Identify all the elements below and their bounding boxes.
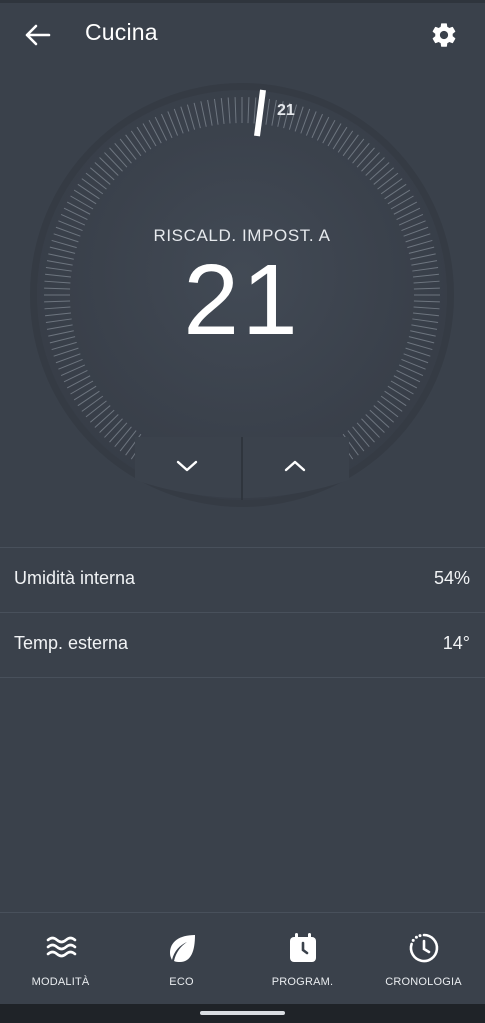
nav-label: PROGRAM.: [271, 976, 334, 988]
nav-label: ECO: [169, 976, 194, 988]
nav-item-program[interactable]: PROGRAM.: [242, 913, 363, 1005]
back-button[interactable]: [20, 18, 56, 52]
increase-temperature-button[interactable]: [243, 437, 349, 501]
arrow-left-icon: [25, 24, 51, 46]
set-temperature: 21: [183, 244, 301, 356]
settings-button[interactable]: [426, 17, 462, 53]
setpoint-marker-label: 21: [277, 102, 295, 119]
nav-item-modalita[interactable]: MODALITÀ: [0, 913, 121, 1005]
decrease-temperature-button[interactable]: [135, 437, 241, 501]
leaf-icon: [170, 935, 195, 962]
nav-item-history[interactable]: CRONOLOGIA: [363, 913, 484, 1005]
nav-label: CRONOLOGIA: [385, 976, 462, 988]
info-row-humidity: Umidità interna 54%: [0, 547, 485, 612]
info-label: Umidità interna: [14, 568, 136, 588]
info-list: Umidità interna 54% Temp. esterna 14°: [0, 547, 485, 678]
app-bar: Cucina: [0, 0, 485, 70]
nav-item-eco[interactable]: ECO: [121, 913, 242, 1005]
nav-label: MODALITÀ: [31, 976, 90, 988]
info-label: Temp. esterna: [14, 633, 129, 653]
info-value: 54%: [433, 568, 470, 588]
chevron-down-icon: [176, 460, 198, 472]
gear-icon: [432, 23, 456, 47]
bottom-navigation: MODALITÀ ECO PROGRAM. CRONOLOGIA: [0, 912, 485, 1005]
calendar-clock-icon: [290, 933, 316, 962]
history-icon: [409, 933, 439, 963]
waves-icon: [46, 936, 77, 958]
chevron-up-icon: [284, 460, 306, 472]
info-value: 14°: [442, 633, 470, 653]
info-row-outside-temp: Temp. esterna 14°: [0, 612, 485, 678]
page-title: Cucina: [85, 19, 158, 45]
thermostat-dial[interactable]: 21 RISCALD. IMPOST. A 21: [27, 80, 457, 510]
home-indicator[interactable]: [200, 1011, 285, 1015]
